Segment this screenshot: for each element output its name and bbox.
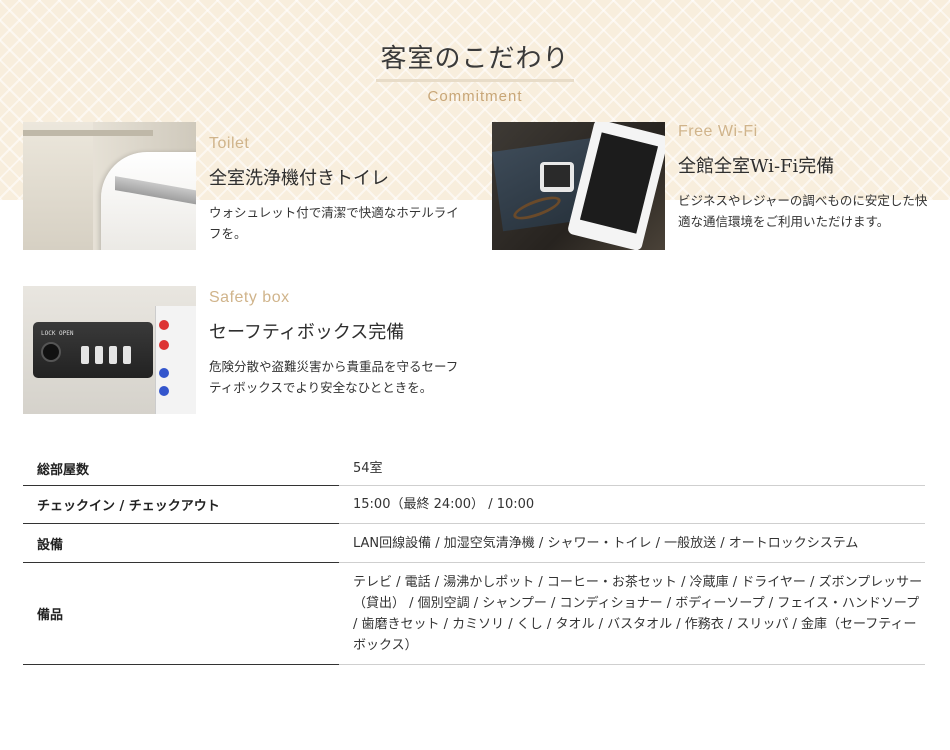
safety-box-photo: LOCK OPEN bbox=[23, 286, 196, 414]
safety-box-photo-label: LOCK OPEN bbox=[41, 330, 74, 337]
feature-toilet: Toilet 全室洗浄機付きトイレ ウォシュレット付で清潔で快適なホテルライフを… bbox=[23, 122, 463, 252]
feature-toilet-en: Toilet bbox=[209, 135, 250, 152]
section-subtitle: Commitment bbox=[427, 88, 523, 105]
feature-wifi: Free Wi-Fi 全館全室Wi-Fi完備 ビジネスやレジャーの調べものに安定… bbox=[492, 122, 932, 252]
feature-safety-box-title: セーフティボックス完備 bbox=[209, 322, 405, 343]
feature-wifi-desc: ビジネスやレジャーの調べものに安定した快適な通信環境をご利用いただけます。 bbox=[678, 193, 928, 229]
feature-wifi-en: Free Wi-Fi bbox=[678, 123, 758, 140]
row-label-checkin-checkout: チェックイン / チェックアウト bbox=[23, 486, 339, 524]
feature-safety-box-text: Safety box セーフティボックス完備 危険分散や盗難災害から貴重品を守る… bbox=[209, 288, 459, 398]
table-row: 備品 テレビ / 電話 / 湯沸かしポット / コーヒー・お茶セット / 冷蔵庫… bbox=[23, 563, 925, 665]
wifi-photo bbox=[492, 122, 665, 250]
row-value-room-count: 54室 bbox=[339, 452, 925, 486]
table-row: 総部屋数 54室 bbox=[23, 452, 925, 486]
section-title: 客室のこだわり bbox=[376, 38, 574, 82]
feature-toilet-desc: ウォシュレット付で清潔で快適なホテルライフを。 bbox=[209, 205, 459, 241]
feature-toilet-text: Toilet 全室洗浄機付きトイレ ウォシュレット付で清潔で快適なホテルライフを… bbox=[209, 134, 459, 244]
row-value-facilities: LAN回線設備 / 加湿空気清浄機 / シャワー・トイレ / 一般放送 / オー… bbox=[339, 524, 925, 563]
row-value-amenities: テレビ / 電話 / 湯沸かしポット / コーヒー・お茶セット / 冷蔵庫 / … bbox=[339, 563, 925, 665]
feature-wifi-text: Free Wi-Fi 全館全室Wi-Fi完備 ビジネスやレジャーの調べものに安定… bbox=[678, 122, 928, 232]
table-row: 設備 LAN回線設備 / 加湿空気清浄機 / シャワー・トイレ / 一般放送 /… bbox=[23, 524, 925, 563]
feature-safety-box-en: Safety box bbox=[209, 289, 290, 306]
feature-toilet-title: 全室洗浄機付きトイレ bbox=[209, 168, 389, 189]
feature-safety-box-desc: 危険分散や盗難災害から貴重品を守るセーフティボックスでより安全なひとときを。 bbox=[209, 359, 459, 395]
row-value-checkin-checkout: 15:00（最終 24:00） / 10:00 bbox=[339, 486, 925, 524]
row-label-facilities: 設備 bbox=[23, 524, 339, 563]
row-label-room-count: 総部屋数 bbox=[23, 452, 339, 486]
table-row: チェックイン / チェックアウト 15:00（最終 24:00） / 10:00 bbox=[23, 486, 925, 524]
section-heading: 客室のこだわり Commitment bbox=[0, 38, 950, 105]
row-label-amenities: 備品 bbox=[23, 563, 339, 665]
toilet-photo bbox=[23, 122, 196, 250]
feature-wifi-title: 全館全室Wi-Fi完備 bbox=[678, 156, 835, 177]
feature-safety-box: LOCK OPEN Safety box セーフティボックス完備 危険分散や盗難… bbox=[23, 286, 463, 416]
room-info-table: 総部屋数 54室 チェックイン / チェックアウト 15:00（最終 24:00… bbox=[23, 452, 925, 665]
